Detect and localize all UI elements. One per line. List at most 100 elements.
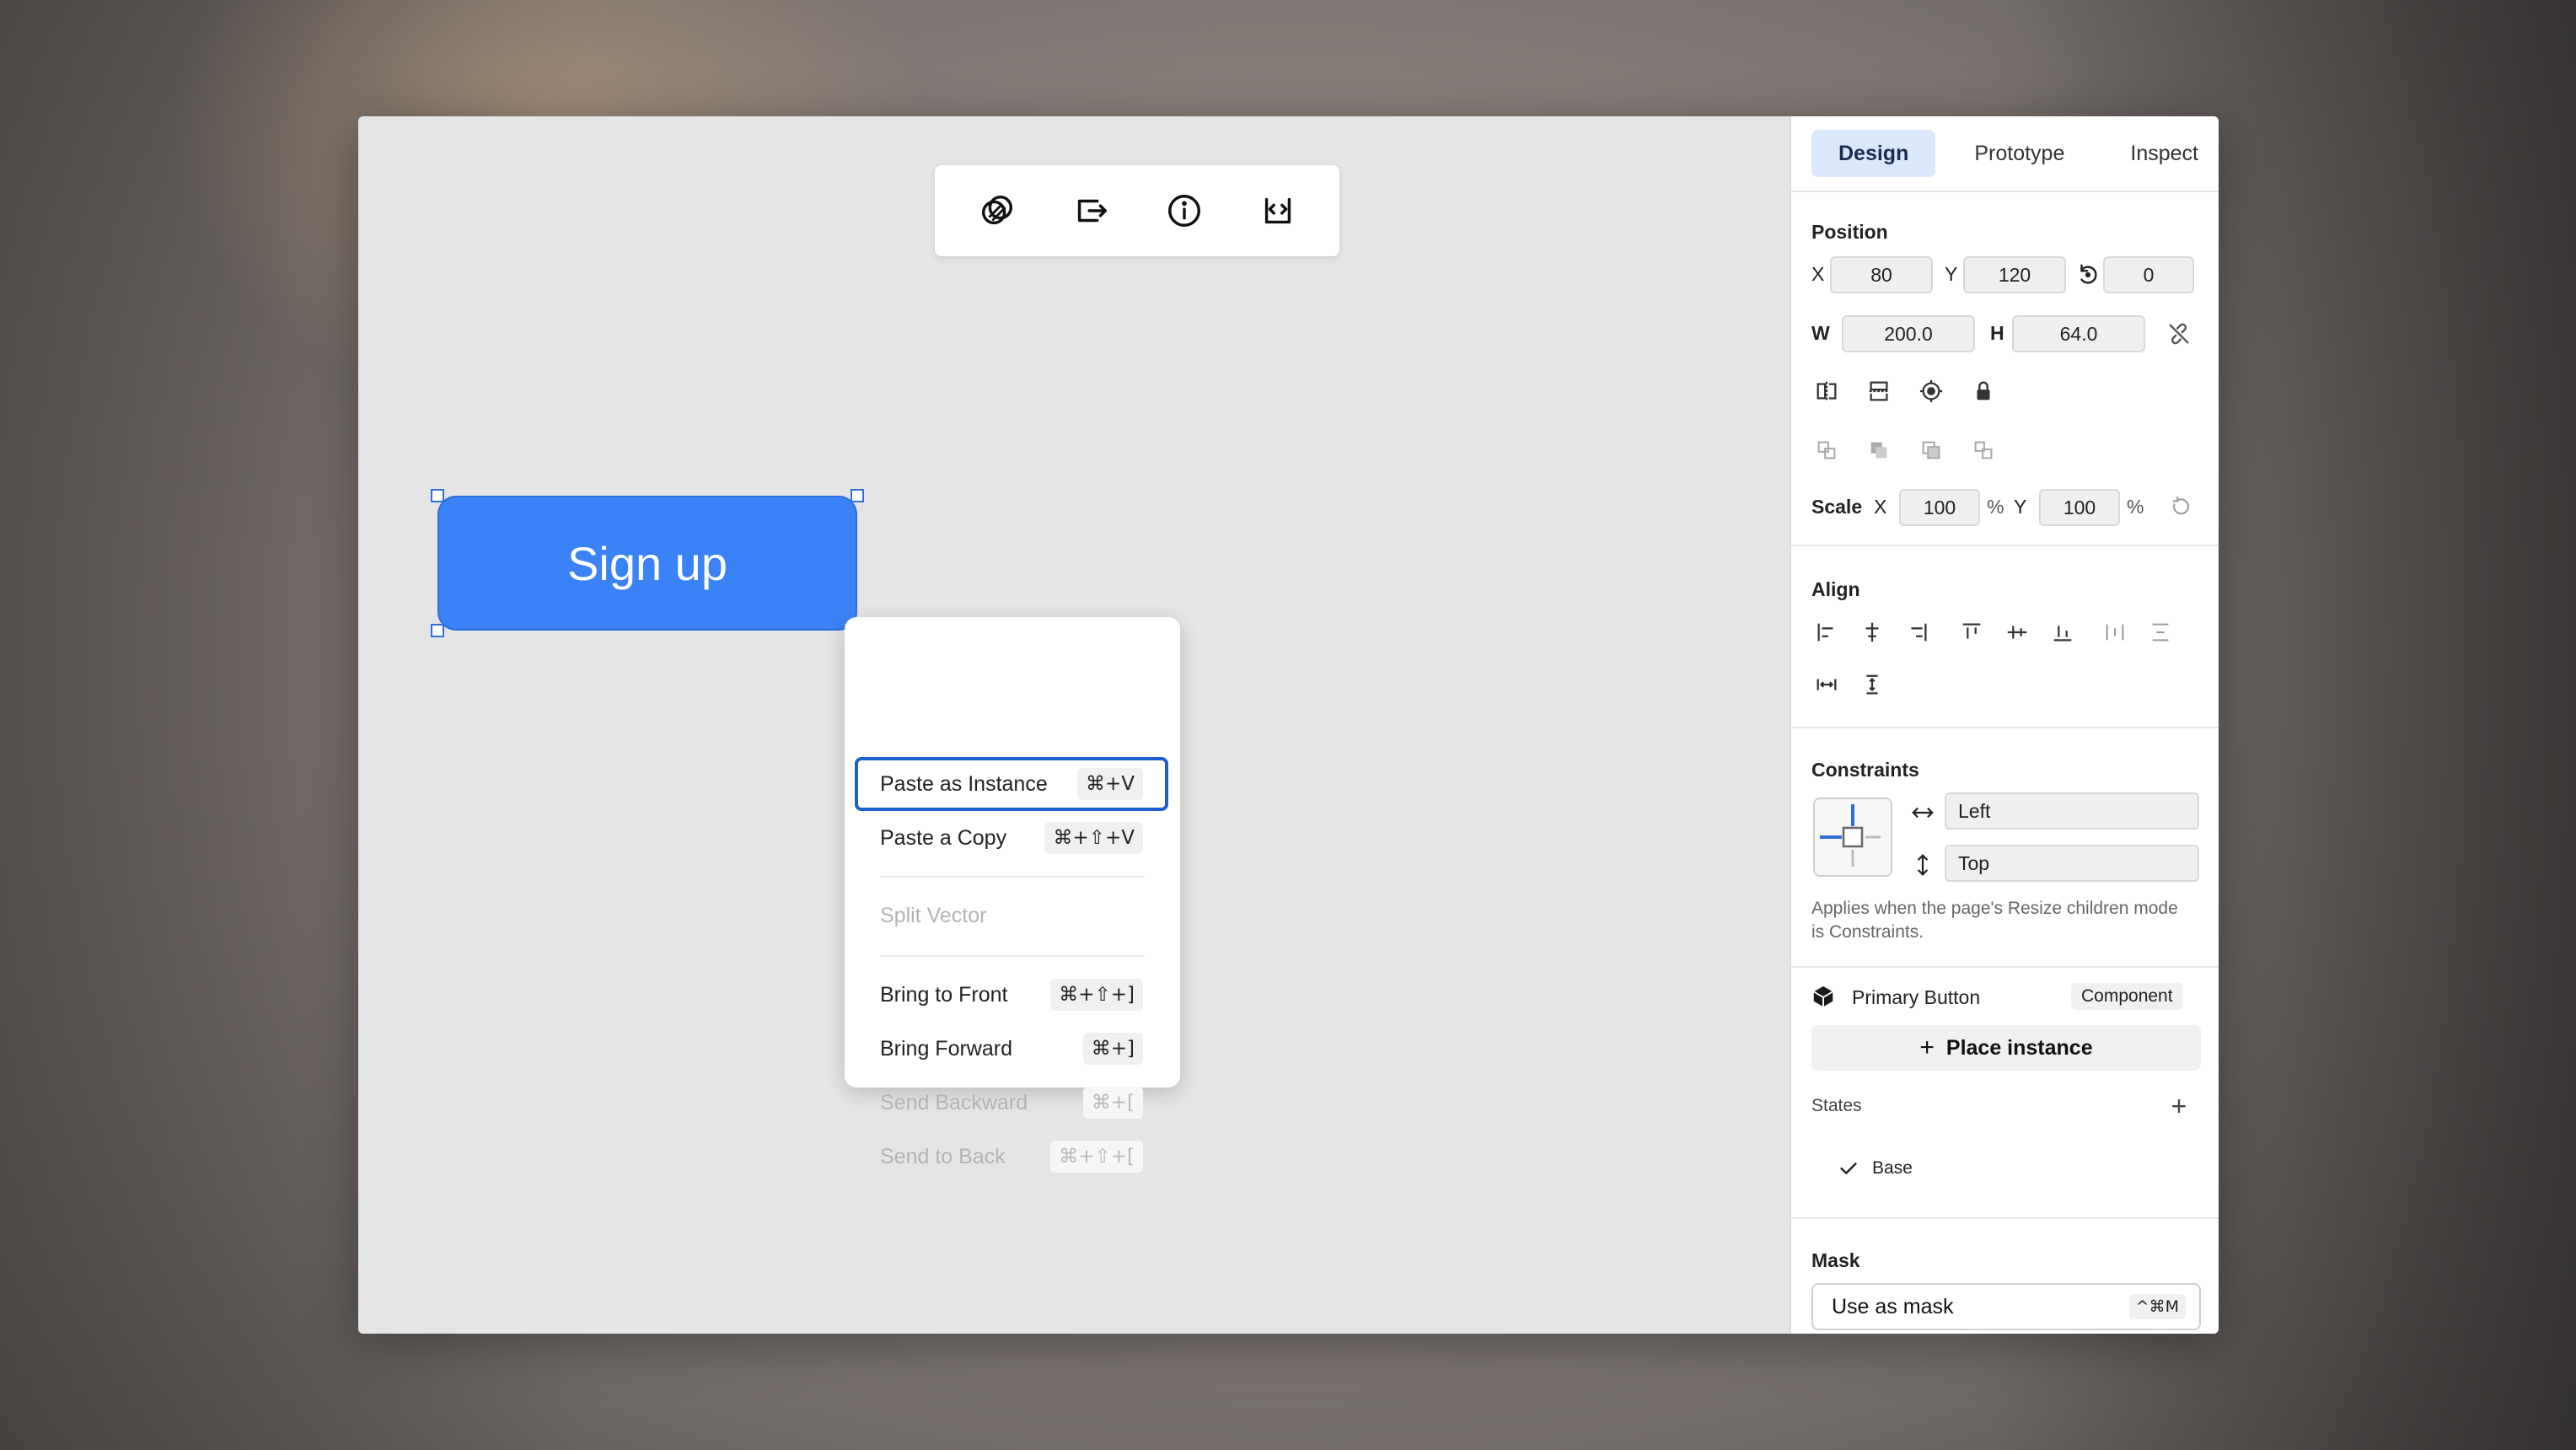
boolean-intersect-icon[interactable] <box>1916 435 1946 465</box>
menu-item-label: Bring to Front <box>880 982 1008 1007</box>
constraints-widget[interactable] <box>1813 798 1892 877</box>
align-center-vertical-icon[interactable] <box>2002 617 2032 647</box>
menu-item-paste-as-instance[interactable]: Paste as Instance ⌘+V <box>855 757 1168 811</box>
sign-up-button-element[interactable]: Sign up <box>437 496 857 631</box>
export-icon[interactable] <box>1064 184 1118 238</box>
shortcut-badge: ⌘+] <box>1082 1033 1143 1065</box>
design-canvas[interactable]: Sign up Paste as Instance ⌘+V Paste a Co… <box>358 116 1790 1334</box>
align-top-icon[interactable] <box>1956 617 1987 647</box>
scale-x-input[interactable]: 100 <box>1899 489 1980 526</box>
height-input[interactable]: 64.0 <box>2012 315 2145 352</box>
menu-item-label: Paste a Copy <box>880 825 1007 850</box>
tab-prototype[interactable]: Prototype <box>1947 130 2091 177</box>
menu-item-bring-to-front[interactable]: Bring to Front ⌘+⇧+] <box>855 968 1168 1022</box>
code-icon[interactable] <box>1251 184 1305 238</box>
context-menu: Paste as Instance ⌘+V Paste a Copy ⌘+⇧+V… <box>845 617 1180 1173</box>
scale-y-label: Y <box>2014 496 2027 518</box>
rotation-icon <box>2073 260 2103 290</box>
add-state-icon[interactable]: + <box>2164 1091 2194 1121</box>
component-icon <box>1808 981 1838 1012</box>
align-right-icon[interactable] <box>1902 617 1933 647</box>
vertical-constraint-select[interactable]: Top <box>1945 845 2199 882</box>
boolean-exclude-icon[interactable] <box>1968 435 1999 465</box>
flip-vertical-icon[interactable] <box>1864 376 1894 406</box>
sign-up-label: Sign up <box>567 536 727 590</box>
checkmark-icon <box>1833 1153 1864 1184</box>
align-center-horizontal-icon[interactable] <box>1857 617 1887 647</box>
menu-item-split-vector: Split Vector <box>855 889 1168 943</box>
horizontal-constraint-icon <box>1908 798 1938 828</box>
shortcut-badge: ⌘+⇧+V <box>1044 822 1143 854</box>
tab-design[interactable]: Design <box>1811 130 1936 177</box>
component-badge: Component <box>2071 983 2183 1010</box>
shortcut-badge: ⌘+⇧+[ <box>1050 1141 1143 1173</box>
target-icon[interactable] <box>1916 376 1946 406</box>
unlink-ratio-icon[interactable] <box>2164 319 2194 349</box>
h-label: H <box>1990 322 2004 344</box>
boolean-union-icon[interactable] <box>1811 435 1842 465</box>
panel-tabs: Design Prototype Inspect <box>1811 130 2219 177</box>
section-title-mask: Mask <box>1811 1249 1860 1271</box>
properties-panel: Design Prototype Inspect Position X 80 Y… <box>1790 116 2219 1334</box>
distribute-horizontal-icon[interactable] <box>2100 617 2130 647</box>
scale-x-unit: % <box>1987 496 2004 518</box>
width-input[interactable]: 200.0 <box>1842 315 1975 352</box>
rotation-input[interactable]: 0 <box>2103 256 2194 293</box>
scale-y-input[interactable]: 100 <box>2039 489 2120 526</box>
horizontal-constraint-select[interactable]: Left <box>1945 792 2199 830</box>
tidy-horizontal-icon[interactable] <box>1811 669 1842 700</box>
menu-item-label: Split Vector <box>880 903 987 927</box>
align-bottom-icon[interactable] <box>2047 617 2078 647</box>
divider <box>1791 545 2219 546</box>
app-window: Sign up Paste as Instance ⌘+V Paste a Co… <box>358 116 2219 1334</box>
resize-handle-bottom-left[interactable] <box>431 624 444 637</box>
divider <box>1791 966 2219 968</box>
menu-item-bring-forward[interactable]: Bring Forward ⌘+] <box>855 1022 1168 1076</box>
boolean-ops-icon[interactable] <box>970 184 1024 238</box>
menu-divider <box>880 876 1145 878</box>
mask-button-label: Use as mask <box>1832 1294 1954 1318</box>
boolean-subtract-icon[interactable] <box>1864 435 1894 465</box>
w-label: W <box>1811 322 1830 344</box>
reset-scale-icon[interactable] <box>2165 492 2196 523</box>
tidy-vertical-icon[interactable] <box>1857 669 1887 700</box>
scale-x-label: X <box>1874 496 1887 518</box>
info-icon[interactable] <box>1157 184 1211 238</box>
tab-inspect[interactable]: Inspect <box>2103 130 2219 177</box>
scale-label: Scale <box>1811 496 1863 518</box>
constraints-note: Applies when the page's Resize children … <box>1811 899 2178 942</box>
menu-item-send-to-back: Send to Back ⌘+⇧+[ <box>855 1130 1168 1184</box>
resize-handle-top-left[interactable] <box>431 489 444 502</box>
divider <box>1791 1217 2219 1219</box>
menu-item-label: Send Backward <box>880 1090 1028 1114</box>
menu-item-send-backward: Send Backward ⌘+[ <box>855 1076 1168 1130</box>
place-instance-button[interactable]: + Place instance <box>1811 1025 2201 1071</box>
menu-item-paste-a-copy[interactable]: Paste a Copy ⌘+⇧+V <box>855 811 1168 865</box>
lock-icon[interactable] <box>1968 376 1999 406</box>
scale-y-unit: % <box>2127 496 2144 518</box>
resize-handle-top-right[interactable] <box>851 489 864 502</box>
align-left-icon[interactable] <box>1811 617 1842 647</box>
plus-icon: + <box>1919 1034 1935 1061</box>
distribute-vertical-icon[interactable] <box>2145 617 2176 647</box>
x-label: X <box>1811 263 1825 285</box>
section-title-constraints: Constraints <box>1811 759 1919 781</box>
y-input[interactable]: 120 <box>1963 256 2066 293</box>
states-label: States <box>1811 1096 1862 1115</box>
menu-divider <box>880 955 1145 957</box>
component-name: Primary Button <box>1852 986 1981 1008</box>
section-title-align: Align <box>1811 578 1860 600</box>
state-item-base[interactable]: Base <box>1872 1158 1913 1179</box>
section-title-position: Position <box>1811 221 1888 243</box>
menu-item-label: Paste as Instance <box>880 771 1048 796</box>
floating-toolbar <box>935 165 1339 256</box>
menu-item-label: Send to Back <box>880 1144 1006 1168</box>
shortcut-badge: ⌘+⇧+] <box>1050 979 1143 1011</box>
vertical-constraint-icon <box>1908 850 1938 880</box>
use-as-mask-button[interactable]: Use as mask ^⌘M <box>1811 1283 2201 1330</box>
y-label: Y <box>1945 263 1958 285</box>
shortcut-badge: ^⌘M <box>2128 1294 2186 1319</box>
flip-horizontal-icon[interactable] <box>1811 376 1842 406</box>
x-input[interactable]: 80 <box>1830 256 1933 293</box>
menu-item-label: Bring Forward <box>880 1036 1012 1061</box>
